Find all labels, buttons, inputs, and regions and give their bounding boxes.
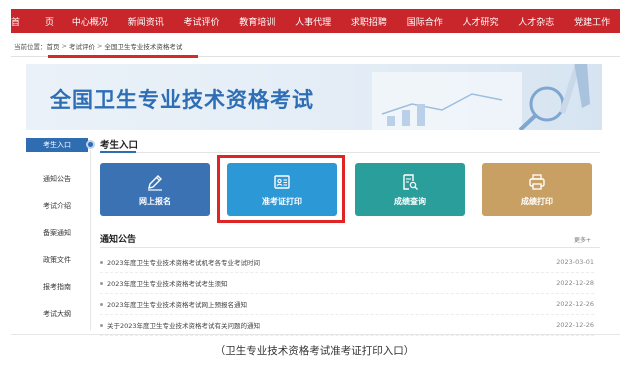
notices-divider [100, 247, 600, 248]
banner-title: 全国卫生专业技术资格考试 [50, 88, 314, 112]
sidebar-item-policy-docs[interactable]: 政策文件 [26, 246, 88, 273]
score-query-button[interactable]: 成绩查询 [355, 163, 465, 216]
notice-date: 2022-12-28 [556, 279, 594, 287]
sidebar-item-filing-notice[interactable]: 备案通知 [26, 219, 88, 246]
breadcrumb-separator: > [61, 42, 67, 50]
page-root: 首 页 中心概况 新闻资讯 考试评价 教育培训 人事代理 求职招聘 国际合作 人… [0, 0, 629, 371]
section-accent-bar [100, 151, 136, 153]
nav-item-personnel-agency[interactable]: 人事代理 [285, 15, 341, 28]
banner-decoration-graphic [372, 64, 590, 130]
breadcrumb-home-link[interactable]: 首页 [47, 41, 60, 51]
nav-item-party-work[interactable]: 党建工作 [564, 15, 620, 28]
more-link[interactable]: 更多+ [574, 235, 591, 244]
figure-caption: （卫生专业技术资格考试准考证打印入口） [214, 345, 415, 357]
notice-link[interactable]: 2023年度卫生专业技术资格考试机考各专业考试时间 [107, 257, 260, 267]
nav-item-news[interactable]: 新闻资讯 [118, 15, 174, 28]
sidebar-item-application-guide[interactable]: 报考指南 [26, 273, 88, 300]
breadcrumb-red-underline [48, 55, 198, 58]
breadcrumb-exam-link[interactable]: 考试评价 [69, 41, 95, 51]
nav-item-recruitment[interactable]: 求职招聘 [341, 15, 397, 28]
list-item[interactable]: 2023年度卫生专业技术资格考试机考各专业考试时间 2023-03-01 [100, 252, 594, 273]
notice-date: 2022-12-26 [556, 300, 594, 308]
notice-list: 2023年度卫生专业技术资格考试机考各专业考试时间 2023-03-01 202… [100, 252, 594, 336]
bullet-icon [100, 302, 103, 306]
tile-label: 网上报名 [139, 196, 171, 206]
sidebar-item-syllabus[interactable]: 考试大纲 [26, 300, 88, 327]
pencil-icon [148, 174, 162, 191]
search-document-icon [403, 173, 418, 190]
bullet-icon [100, 260, 103, 264]
list-item[interactable]: 关于2023年度卫生专业技术资格考试有关问题的通知 2022-12-26 [100, 315, 594, 336]
notice-link[interactable]: 2023年度卫生专业技术资格考试考生须知 [107, 278, 228, 288]
sidebar-item-exam-intro[interactable]: 考试介绍 [26, 192, 88, 219]
breadcrumb-current: 全国卫生专业技术资格考试 [104, 43, 183, 51]
tile-label: 成绩查询 [394, 196, 426, 206]
nav-item-training[interactable]: 教育培训 [229, 15, 285, 28]
list-item[interactable]: 2023年度卫生专业技术资格考试网上预报名通知 2022-12-26 [100, 294, 594, 315]
sidebar-item-candidate-entry[interactable]: 考生入口 [26, 138, 88, 152]
breadcrumb-prefix: 当前位置： [14, 43, 47, 51]
exam-banner: 全国卫生专业技术资格考试 [26, 64, 602, 130]
breadcrumb-separator: > [96, 42, 103, 50]
section-title: 考生入口 [100, 140, 139, 151]
online-registration-button[interactable]: 网上报名 [100, 163, 210, 216]
bullet-icon [100, 323, 103, 327]
notice-date: 2023-03-01 [556, 258, 594, 266]
breadcrumb: 当前位置： 首页 > 考试评价 > 全国卫生专业技术资格考试 [14, 39, 182, 53]
nav-item-talent-magazine[interactable]: 人才杂志 [508, 15, 564, 28]
notice-link[interactable]: 关于2023年度卫生专业技术资格考试有关问题的通知 [107, 320, 260, 330]
red-highlight-box [217, 155, 345, 223]
content-bottom-border [11, 334, 620, 335]
nav-item-home[interactable]: 首 页 [11, 15, 62, 28]
list-item[interactable]: 2023年度卫生专业技术资格考试考生须知 2022-12-28 [100, 273, 594, 294]
top-nav: 首 页 中心概况 新闻资讯 考试评价 教育培训 人事代理 求职招聘 国际合作 人… [11, 9, 620, 33]
sidebar-divider [90, 150, 91, 330]
active-indicator-dot [86, 140, 95, 149]
section-divider [100, 152, 600, 153]
nav-item-international[interactable]: 国际合作 [397, 15, 453, 28]
nav-item-center-overview[interactable]: 中心概况 [62, 15, 118, 28]
nav-item-exam-evaluation[interactable]: 考试评价 [174, 15, 230, 28]
sidebar-item-notices[interactable]: 通知公告 [26, 165, 88, 192]
nav-item-talent-research[interactable]: 人才研究 [453, 15, 509, 28]
score-print-button[interactable]: 成绩打印 [482, 163, 592, 216]
left-sidebar: 考生入口 通知公告 考试介绍 备案通知 政策文件 报考指南 考试大纲 [26, 138, 88, 327]
notice-link[interactable]: 2023年度卫生专业技术资格考试网上预报名通知 [107, 299, 247, 309]
printer-icon [529, 173, 545, 190]
tile-label: 成绩打印 [521, 196, 553, 206]
notice-date: 2022-12-26 [556, 321, 594, 329]
bullet-icon [100, 281, 103, 285]
notices-title: 通知公告 [100, 235, 137, 245]
